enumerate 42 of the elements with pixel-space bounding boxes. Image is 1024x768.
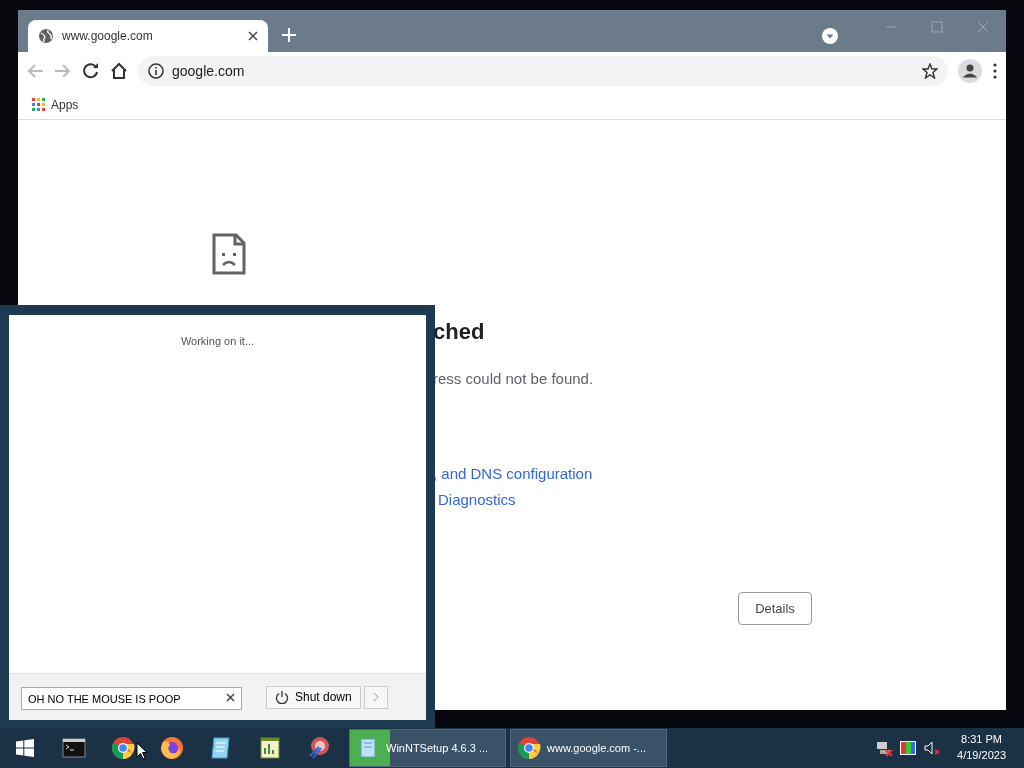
- close-icon[interactable]: [248, 31, 258, 41]
- reload-icon[interactable]: [82, 62, 100, 80]
- menu-icon[interactable]: [992, 63, 998, 79]
- power-icon: [275, 690, 289, 704]
- plus-icon[interactable]: [282, 28, 296, 42]
- clock-time: 8:31 PM: [960, 732, 1003, 748]
- status-text: Working on it...: [180, 334, 255, 349]
- taskbar-window-button[interactable]: WinNTSetup 4.6.3 ...: [349, 729, 506, 767]
- bookmark[interactable]: Apps: [32, 95, 79, 114]
- search-field[interactable]: OH NO THE MOUSE IS POOP: [21, 687, 242, 710]
- home-icon[interactable]: [110, 62, 128, 80]
- dropdown-icon[interactable]: [822, 28, 838, 44]
- volume-muted-icon[interactable]: [923, 739, 942, 757]
- profile-icon[interactable]: [958, 59, 982, 83]
- clear-icon[interactable]: [226, 692, 235, 702]
- info-icon: [148, 63, 164, 79]
- address-bar[interactable]: google.com: [138, 56, 948, 86]
- clock-date: 4/19/2023: [957, 748, 1006, 763]
- chrome-icon: [517, 736, 541, 760]
- browser-tab[interactable]: www.google.com: [28, 20, 268, 52]
- windows-icon: [15, 739, 34, 757]
- help-link[interactable]: , and DNS configuration: [433, 462, 594, 485]
- star-icon[interactable]: [922, 63, 938, 79]
- spreadsheet-icon: [257, 736, 282, 760]
- color-icon[interactable]: [899, 739, 918, 757]
- tab-title: www.google.com: [62, 28, 154, 45]
- notepad-icon: [208, 736, 233, 760]
- address-text: google.com: [172, 61, 245, 81]
- taskbar-window-button[interactable]: www.google.com -...: [510, 729, 667, 767]
- help-link[interactable]: Diagnostics: [438, 489, 594, 512]
- shutdown-button[interactable]: Shut down: [266, 685, 361, 709]
- firefox-icon: [159, 736, 184, 760]
- chrome-icon: [110, 736, 135, 760]
- cursor-icon: [136, 742, 148, 760]
- error-heading: ched: [433, 318, 486, 346]
- chevron-icon: [372, 692, 379, 702]
- terminal-icon: [61, 736, 86, 760]
- details-button[interactable]: Details: [738, 592, 812, 625]
- apps-icon: [32, 98, 45, 111]
- sad-file-icon: [212, 233, 246, 275]
- globe-icon: [38, 28, 54, 44]
- network-icon[interactable]: [875, 739, 894, 757]
